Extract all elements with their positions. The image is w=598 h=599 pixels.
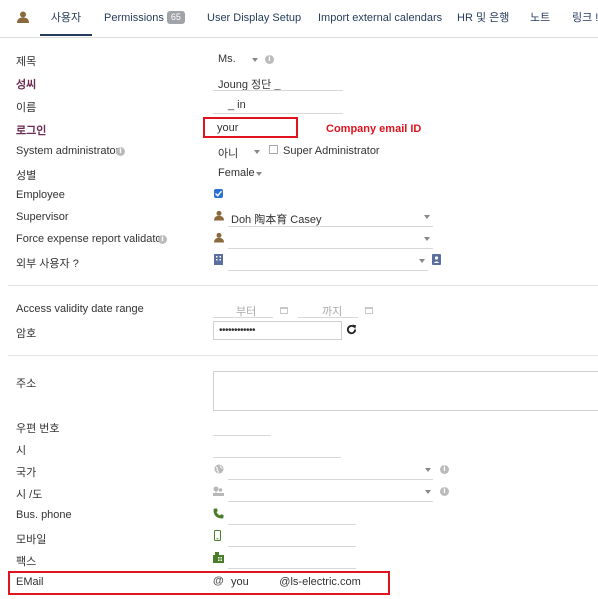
zip-underline [213, 435, 271, 436]
tab-hr-bank[interactable]: HR 및 은행 [457, 0, 509, 36]
gender-label: 성별 [16, 170, 37, 182]
title-label: 제목 [16, 56, 37, 68]
tab-import-calendars[interactable]: Import external calendars [318, 0, 442, 36]
tab-links[interactable]: 링크 ! [572, 0, 598, 36]
password-label: 암호 [16, 328, 37, 340]
check-icon [215, 190, 223, 197]
user-icon [214, 210, 224, 221]
lastname-underline [213, 90, 343, 91]
section-divider [8, 285, 598, 286]
city-label: 시 [16, 445, 27, 457]
user-icon [214, 232, 224, 243]
globe-icon [214, 464, 224, 474]
login-input[interactable]: your [217, 122, 238, 134]
chevron-down-icon [256, 172, 262, 176]
fax-underline [228, 568, 356, 569]
mobile-underline [228, 546, 356, 547]
employee-checkbox[interactable] [214, 189, 223, 198]
address-label: 주소 [16, 378, 37, 390]
gender-select[interactable]: Female [218, 167, 255, 179]
city-underline [213, 457, 341, 458]
external-user-underline [228, 270, 428, 271]
info-icon: i [440, 465, 449, 474]
supervisor-underline [228, 226, 433, 227]
section-divider [8, 355, 598, 356]
calendar-icon[interactable] [280, 306, 288, 314]
sysadmin-label: System administrator [16, 145, 120, 157]
contact-card-icon[interactable] [432, 254, 441, 265]
permissions-count-badge: 65 [166, 11, 185, 24]
expense-validator-label: Force expense report validator [16, 233, 166, 245]
info-icon: i [158, 235, 167, 244]
tab-user[interactable]: 사용자 [40, 0, 92, 36]
chevron-down-icon [424, 215, 430, 219]
info-icon: i [440, 487, 449, 496]
user-icon [17, 11, 29, 23]
tab-notes[interactable]: 노트 [530, 0, 550, 36]
login-label: 로그인 [16, 125, 47, 137]
company-email-annotation: Company email ID [326, 123, 422, 135]
employee-label: Employee [16, 189, 65, 201]
address-textarea[interactable] [213, 371, 598, 411]
state-label: 시 /도 [16, 489, 43, 501]
chevron-down-icon [424, 237, 430, 241]
password-input[interactable]: •••••••••••• [213, 321, 342, 340]
external-user-label: 외부 사용자 ? [16, 258, 79, 270]
email-label: EMail [16, 576, 44, 588]
validity-label: Access validity date range [16, 303, 144, 315]
info-icon: i [265, 55, 274, 64]
firstname-underline [213, 113, 343, 114]
fax-label: 팩스 [16, 556, 37, 568]
info-icon: i [116, 147, 125, 156]
superadmin-checkbox[interactable] [269, 145, 278, 154]
phone-icon [213, 508, 224, 519]
lastname-label: 성씨 [16, 79, 37, 91]
supervisor-select[interactable]: Doh 陶本育 Casey [231, 211, 321, 227]
firstname-input[interactable]: _ in [228, 99, 246, 111]
firstname-label: 이름 [16, 102, 37, 114]
email-input[interactable]: you @ls-electric.com [231, 576, 361, 588]
chevron-down-icon [252, 58, 258, 62]
superadmin-label: Super Administrator [283, 145, 380, 157]
map-icon [213, 486, 224, 496]
mobile-icon [214, 530, 221, 541]
validity-from-underline [213, 317, 273, 318]
chevron-down-icon [425, 490, 431, 494]
refresh-icon[interactable] [346, 324, 357, 335]
tab-permissions[interactable]: Permissions 65 [104, 0, 185, 36]
chevron-down-icon [254, 150, 260, 154]
zip-label: 우편 번호 [16, 423, 60, 435]
tab-bar: 사용자 Permissions 65 User Display Setup Imp… [0, 0, 598, 38]
tab-user-display-setup[interactable]: User Display Setup [207, 0, 301, 36]
country-label: 국가 [16, 467, 37, 479]
at-sign-icon: @ [213, 575, 224, 587]
calendar-icon[interactable] [365, 306, 373, 314]
state-underline [228, 501, 433, 502]
supervisor-label: Supervisor [16, 211, 69, 223]
country-underline [228, 479, 433, 480]
bus-phone-underline [228, 524, 356, 525]
mobile-label: 모바일 [16, 534, 47, 546]
expense-validator-underline [228, 248, 433, 249]
chevron-down-icon [419, 259, 425, 263]
building-icon [214, 254, 223, 265]
chevron-down-icon [425, 468, 431, 472]
fax-icon [213, 552, 224, 563]
validity-to-underline [298, 317, 358, 318]
sysadmin-select[interactable]: 아니 [218, 145, 238, 161]
title-select[interactable]: Ms. [218, 53, 236, 65]
bus-phone-label: Bus. phone [16, 509, 72, 521]
